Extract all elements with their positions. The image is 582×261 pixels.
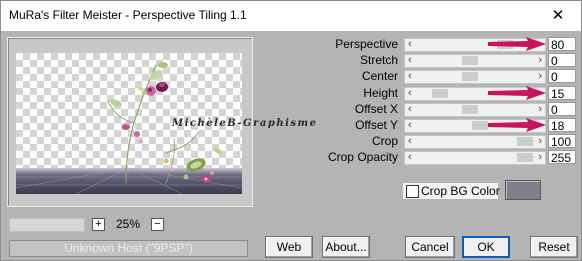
param-slider[interactable]: ‹›	[404, 135, 546, 149]
chevron-right-icon[interactable]: ›	[538, 135, 542, 147]
chevron-left-icon[interactable]: ‹	[408, 38, 412, 50]
highlight-arrow-icon	[488, 86, 546, 100]
zoom-in-button[interactable]: +	[92, 218, 105, 231]
param-label: Crop	[371, 134, 398, 148]
param-label: Center	[361, 69, 398, 83]
param-value-field[interactable]: 18	[548, 118, 576, 133]
close-icon[interactable]: ✕	[535, 1, 581, 31]
slider-thumb[interactable]	[432, 89, 448, 98]
slider-thumb[interactable]	[462, 56, 478, 65]
zoom-out-button[interactable]: −	[151, 218, 164, 231]
param-value-field[interactable]: 0	[548, 102, 576, 117]
param-slider[interactable]: ‹›	[404, 103, 546, 117]
param-label: Perspective	[335, 37, 398, 51]
highlight-arrow-icon	[488, 37, 546, 51]
param-label: Crop Opacity	[327, 150, 398, 164]
chevron-left-icon[interactable]: ‹	[408, 151, 412, 163]
chevron-right-icon[interactable]: ›	[538, 70, 542, 82]
param-label: Height	[363, 86, 398, 100]
param-slider[interactable]: ‹›	[404, 70, 546, 84]
slider-thumb[interactable]	[462, 105, 478, 114]
crop-bg-checkbox[interactable]	[406, 185, 419, 198]
chevron-right-icon[interactable]: ›	[538, 103, 542, 115]
chevron-left-icon[interactable]: ‹	[408, 135, 412, 147]
param-value-field[interactable]: 0	[548, 69, 576, 84]
param-value-field[interactable]: 255	[548, 150, 576, 165]
chevron-left-icon[interactable]: ‹	[408, 103, 412, 115]
slider-thumb[interactable]	[462, 72, 478, 81]
param-label: Offset X	[354, 102, 398, 116]
chevron-right-icon[interactable]: ›	[538, 151, 542, 163]
param-slider[interactable]: ‹›	[404, 151, 546, 165]
zoom-track[interactable]	[9, 218, 85, 232]
about-button[interactable]: About...	[322, 236, 370, 258]
cancel-button[interactable]: Cancel	[405, 236, 455, 258]
chevron-left-icon[interactable]: ‹	[408, 87, 412, 99]
crop-bg-color-swatch[interactable]	[505, 180, 541, 200]
title-bar: MuRa's Filter Meister - Perspective Tili…	[1, 1, 581, 31]
param-value-field[interactable]: 80	[548, 37, 576, 52]
param-value-field[interactable]: 15	[548, 86, 576, 101]
chevron-left-icon[interactable]: ‹	[408, 54, 412, 66]
param-slider[interactable]: ‹›	[404, 54, 546, 68]
reset-button[interactable]: Reset	[530, 236, 578, 258]
slider-thumb[interactable]	[517, 137, 533, 146]
ok-button[interactable]: OK	[462, 236, 510, 258]
zoom-level: 25%	[116, 217, 141, 231]
chevron-left-icon[interactable]: ‹	[408, 119, 412, 131]
chevron-right-icon[interactable]: ›	[538, 54, 542, 66]
slider-thumb[interactable]	[517, 153, 533, 162]
param-label: Offset Y	[355, 118, 398, 132]
param-label: Stretch	[359, 53, 398, 67]
param-value-field[interactable]: 100	[548, 134, 576, 149]
window-title: MuRa's Filter Meister - Perspective Tili…	[9, 8, 247, 22]
highlight-arrow-icon	[488, 118, 546, 132]
web-button[interactable]: Web	[265, 236, 313, 258]
param-value-field[interactable]: 0	[548, 53, 576, 68]
crop-bg-label: Crop BG Color	[421, 184, 500, 198]
host-status: Unknown Host ("9PSP")	[9, 240, 248, 257]
chevron-left-icon[interactable]: ‹	[408, 70, 412, 82]
